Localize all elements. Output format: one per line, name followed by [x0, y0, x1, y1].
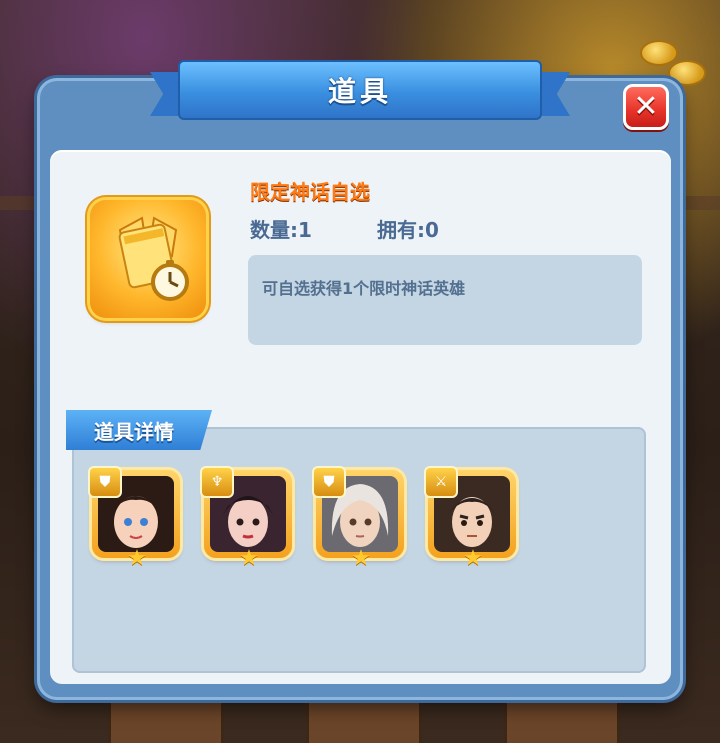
owned-stat: 拥有:0: [377, 214, 439, 243]
quantity-label: 数量:: [250, 218, 298, 242]
background-crate: [306, 700, 422, 743]
item-name: 限定神话自选: [250, 180, 370, 204]
item-description: 可自选获得1个限时神话英雄: [262, 279, 466, 298]
details-tab-label: 道具详情: [94, 419, 174, 444]
quantity-value: 1: [298, 218, 312, 242]
close-icon: ✕: [633, 89, 659, 124]
shield-icon: ⛊: [312, 466, 346, 498]
staff-icon: ♆: [200, 466, 234, 498]
shield-icon: ⛊: [88, 466, 122, 498]
owned-value: 0: [425, 218, 439, 242]
coin-icon: [640, 40, 678, 66]
star-icon: ★: [239, 546, 259, 571]
owned-label: 拥有:: [377, 218, 425, 242]
description-box: 可自选获得1个限时神话英雄: [248, 255, 642, 345]
background-crate: [504, 700, 620, 743]
hero-card-1[interactable]: ⛊ ★: [88, 466, 180, 570]
hero-card-4[interactable]: ⚔ ★: [424, 466, 516, 570]
ribbon-body: 道具: [178, 60, 542, 120]
dialog-title: 道具: [327, 75, 392, 108]
mythic-hero-selector-icon: [90, 200, 206, 318]
background-crate: [108, 700, 224, 743]
details-tab: 道具详情: [66, 410, 212, 450]
quantity-stat: 数量:1: [250, 214, 312, 243]
close-button[interactable]: ✕: [623, 84, 669, 130]
hero-card-2[interactable]: ♆ ★: [200, 466, 292, 570]
sword-icon: ⚔: [424, 466, 458, 498]
star-icon: ★: [127, 546, 147, 571]
star-icon: ★: [463, 546, 483, 571]
details-tab-body: 道具详情: [66, 410, 212, 450]
star-icon: ★: [351, 546, 371, 571]
hero-card-3[interactable]: ⛊ ★: [312, 466, 404, 570]
title-ribbon: 道具: [150, 60, 570, 126]
card-stack-clock-icon: [118, 216, 189, 301]
